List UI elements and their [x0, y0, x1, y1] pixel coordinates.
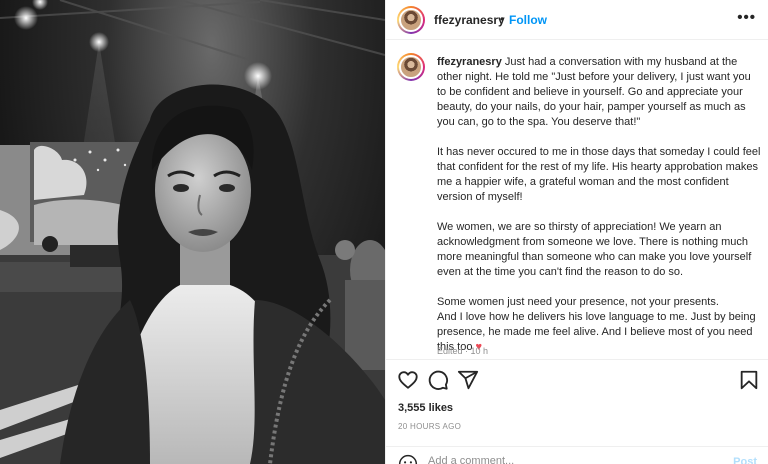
photo-illustration	[0, 0, 385, 464]
caption-paragraph-2: It has never occured to me in those days…	[437, 146, 761, 203]
post-side-panel: ffezyranesry • Follow ••• ffezyranesry J…	[385, 0, 768, 464]
comment-input[interactable]	[428, 455, 718, 464]
likes-count[interactable]: 3,555 likes	[398, 402, 453, 414]
follow-button[interactable]: Follow	[509, 13, 547, 27]
edited-timestamp: Edited · 10 h	[437, 346, 489, 356]
author-avatar[interactable]	[397, 6, 425, 34]
caption-text: ffezyranesry Just had a conversation wit…	[437, 55, 762, 355]
caption-paragraph-3: We women, we are so thirsty of appreciat…	[437, 221, 752, 278]
post-header: ffezyranesry • Follow •••	[386, 0, 768, 40]
author-username[interactable]: ffezyranesry	[434, 13, 505, 27]
caption-username[interactable]: ffezyranesry	[437, 56, 502, 68]
post-time[interactable]: 20 HOURS AGO	[398, 422, 461, 431]
caption-section: ffezyranesry Just had a conversation wit…	[386, 41, 768, 359]
comment-icon[interactable]	[427, 369, 449, 391]
actions-section: 3,555 likes 20 HOURS AGO Post	[386, 359, 768, 464]
caption-paragraph-4: Some women just need your presence, not …	[437, 296, 719, 308]
smiley-icon[interactable]	[398, 454, 418, 464]
post-photo[interactable]	[0, 0, 385, 464]
bookmark-icon[interactable]	[738, 369, 760, 391]
share-icon[interactable]	[457, 369, 479, 391]
caption-avatar[interactable]	[397, 53, 425, 81]
heart-icon[interactable]	[397, 369, 419, 391]
more-options-icon[interactable]: •••	[737, 9, 756, 26]
comment-bar: Post	[386, 446, 768, 464]
post-comment-button[interactable]: Post	[733, 456, 757, 464]
separator-dot: •	[500, 12, 505, 26]
